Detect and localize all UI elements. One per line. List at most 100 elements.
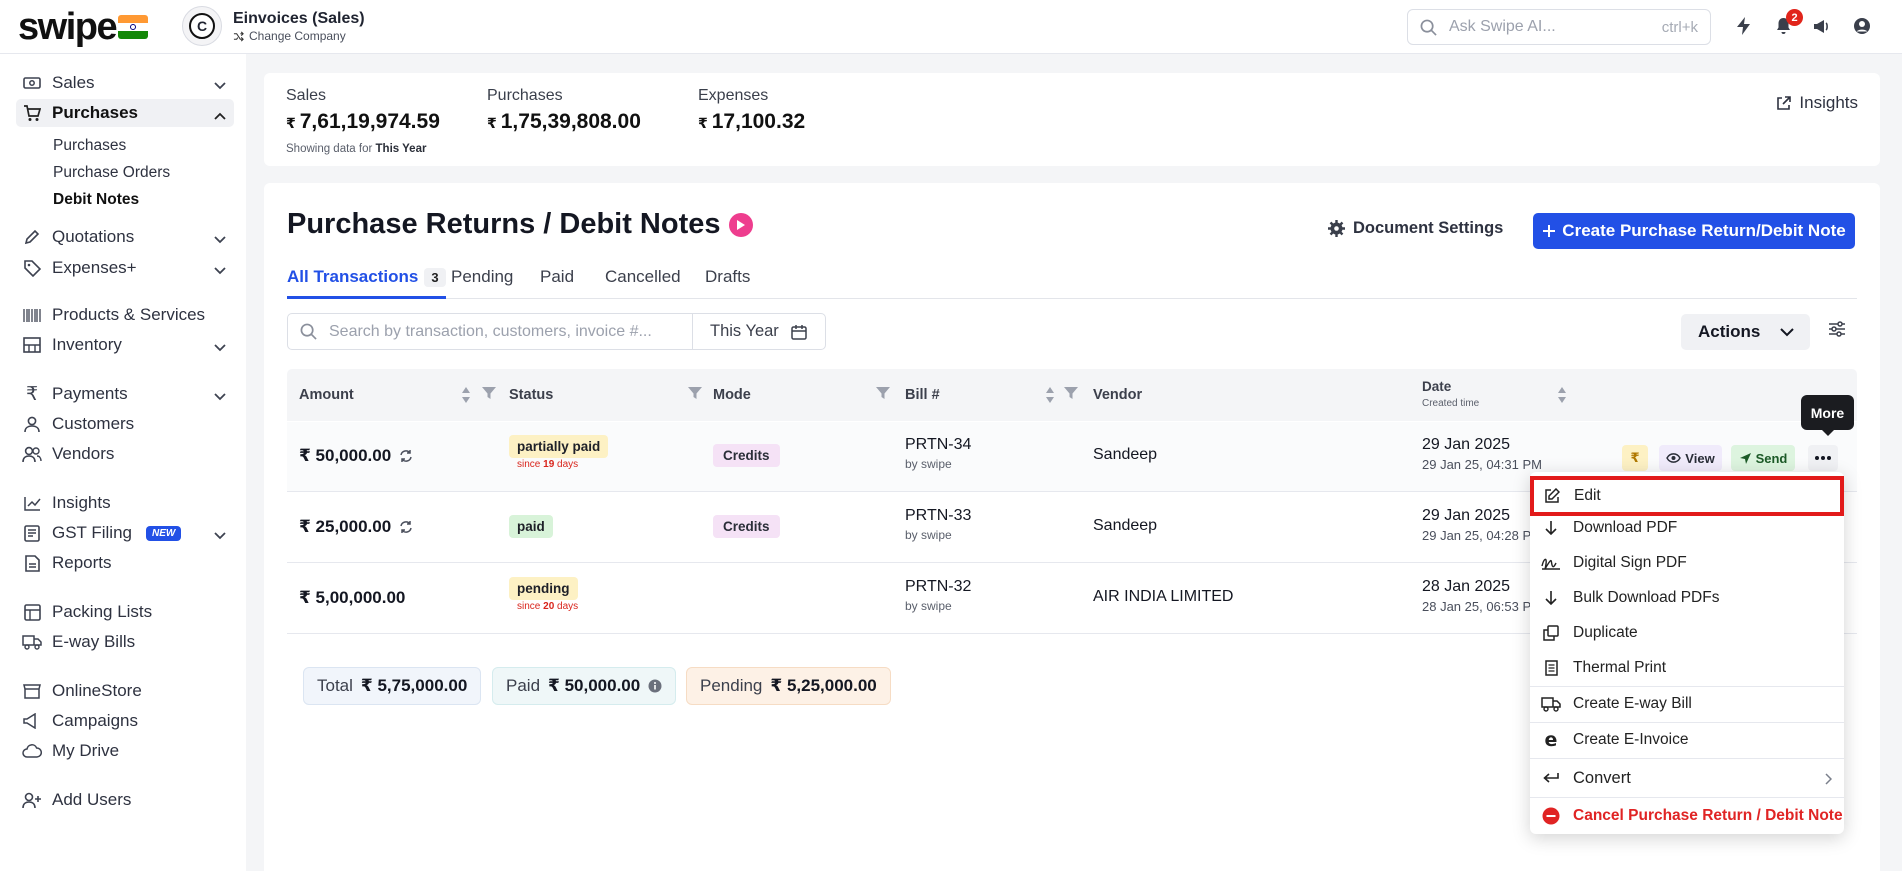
shuffle-icon: [233, 31, 244, 41]
column-status[interactable]: Status: [509, 387, 553, 403]
column-mode[interactable]: Mode: [713, 387, 751, 403]
sidebar-item-my-drive[interactable]: My Drive: [16, 737, 234, 765]
sidebar-label-purchases: Purchases: [52, 103, 138, 122]
tab-cancelled[interactable]: Cancelled: [605, 267, 681, 299]
menu-item-create-einvoice[interactable]: e Create E-Invoice: [1530, 723, 1844, 757]
tab-drafts[interactable]: Drafts: [705, 267, 750, 299]
filter-icon[interactable]: [1063, 386, 1079, 405]
menu-item-edit[interactable]: Edit: [1530, 476, 1844, 516]
ask-ai-search[interactable]: Ask Swipe AI... ctrl+k: [1407, 9, 1711, 45]
insights-link[interactable]: Insights: [1776, 93, 1858, 113]
lightning-icon[interactable]: [1733, 15, 1755, 37]
sidebar-label-quotations: Quotations: [52, 227, 135, 246]
sidebar-label-products: Products & Services: [52, 305, 206, 324]
sidebar-item-expenses[interactable]: Expenses+: [16, 254, 234, 282]
sidebar-item-onlinestore[interactable]: OnlineStore: [16, 677, 234, 705]
chevron-down-icon: [214, 525, 226, 545]
menu-item-create-eway-bill[interactable]: Create E-way Bill: [1530, 687, 1844, 721]
sidebar-item-payments[interactable]: ₹ Payments: [16, 380, 234, 408]
bill-number[interactable]: PRTN-34: [905, 436, 971, 454]
play-video-icon[interactable]: [728, 212, 753, 237]
tab-pending[interactable]: Pending: [451, 267, 513, 299]
transaction-tabs: All Transactions 3 Pending Paid Cancelled…: [287, 263, 1857, 299]
sidebar-label-drive: My Drive: [52, 741, 120, 760]
sidebar-item-customers[interactable]: Customers: [16, 410, 234, 438]
megaphone-icon[interactable]: [1811, 15, 1833, 37]
create-debit-note-button[interactable]: Create Purchase Return/Debit Note: [1533, 213, 1855, 249]
menu-item-convert[interactable]: Convert: [1530, 760, 1844, 796]
filter-icon[interactable]: [481, 386, 497, 405]
sidebar-subitem-debit-notes[interactable]: Debit Notes: [53, 191, 139, 209]
sidebar-item-add-users[interactable]: Add Users: [16, 786, 234, 814]
status-badge: paid: [509, 515, 553, 538]
sidebar-item-insights[interactable]: Insights: [16, 489, 234, 517]
sidebar-item-packing-lists[interactable]: Packing Lists: [16, 598, 234, 626]
sidebar-item-campaigns[interactable]: Campaigns: [16, 707, 234, 735]
company-name[interactable]: Einvoices (Sales): [233, 10, 365, 28]
view-button[interactable]: View: [1659, 445, 1722, 471]
sidebar-item-gst-filing[interactable]: GST Filing NEW: [16, 519, 234, 547]
sidebar-item-quotations[interactable]: Quotations: [16, 223, 234, 251]
receipt-icon: [1540, 660, 1562, 676]
row-created-time: 29 Jan 25, 04:28 PM: [1422, 528, 1542, 543]
sidebar-label-customers: Customers: [52, 414, 135, 433]
sidebar-item-inventory[interactable]: Inventory: [16, 331, 234, 359]
expenses-value: 17,100.32: [711, 110, 806, 133]
menu-item-cancel[interactable]: Cancel Purchase Return / Debit Note: [1530, 798, 1844, 834]
sidebar-item-reports[interactable]: Reports: [16, 549, 234, 577]
bill-creator: by swipe: [905, 599, 952, 613]
amount-value: ₹ 25,000.00: [299, 517, 392, 536]
return-arrow-icon: [1540, 772, 1562, 785]
view-label: View: [1685, 450, 1715, 466]
trending-icon: [22, 493, 42, 513]
menu-item-download-pdf[interactable]: Download PDF: [1530, 511, 1844, 545]
tab-all-transactions[interactable]: All Transactions 3: [287, 267, 446, 299]
sidebar-item-eway-bills[interactable]: E-way Bills: [16, 628, 234, 656]
swipe-logo[interactable]: swipe: [18, 6, 118, 49]
more-options-button[interactable]: [1808, 445, 1838, 471]
transaction-search-input[interactable]: Search by transaction, customers, invoic…: [287, 313, 693, 350]
filter-icon[interactable]: [875, 386, 891, 405]
sidebar-item-purchases[interactable]: Purchases: [16, 99, 234, 127]
record-payment-button[interactable]: ₹: [1622, 445, 1648, 471]
sidebar-item-sales[interactable]: Sales: [16, 69, 234, 97]
send-button[interactable]: Send: [1731, 445, 1795, 471]
since-prefix: since: [517, 459, 541, 470]
sort-icon[interactable]: [461, 386, 471, 409]
pending-value: ₹ 5,25,000.00: [770, 676, 877, 695]
menu-item-digital-sign[interactable]: Digital Sign PDF: [1530, 546, 1844, 580]
chevron-down-icon: [214, 229, 226, 249]
tab-paid[interactable]: Paid: [540, 267, 574, 299]
megaphone-icon: [22, 711, 42, 731]
column-date[interactable]: Date: [1422, 379, 1451, 394]
chevron-down-icon: [214, 260, 226, 280]
actions-dropdown[interactable]: Actions: [1681, 314, 1810, 350]
amount-value: ₹ 5,00,000.00: [299, 588, 406, 607]
user-profile-icon[interactable]: [1851, 15, 1873, 37]
column-amount[interactable]: Amount: [299, 387, 354, 403]
column-bill[interactable]: Bill #: [905, 387, 940, 403]
sidebar-item-products[interactable]: Products & Services: [16, 301, 234, 329]
change-company-link[interactable]: Change Company: [233, 29, 346, 43]
menu-item-thermal-print[interactable]: Thermal Print: [1530, 651, 1844, 685]
sidebar-item-vendors[interactable]: Vendors: [16, 440, 234, 468]
row-date: 29 Jan 2025: [1422, 507, 1511, 524]
column-settings-icon[interactable]: [1828, 321, 1846, 342]
company-avatar[interactable]: C: [182, 6, 222, 46]
info-icon[interactable]: [648, 679, 662, 693]
sidebar-subitem-purchases[interactable]: Purchases: [53, 137, 126, 155]
period-selector[interactable]: This Year: [692, 313, 826, 350]
bill-number[interactable]: PRTN-32: [905, 578, 971, 596]
menu-item-duplicate[interactable]: Duplicate: [1530, 616, 1844, 650]
bill-number[interactable]: PRTN-33: [905, 507, 971, 525]
column-vendor[interactable]: Vendor: [1093, 387, 1142, 403]
document-settings-button[interactable]: Document Settings: [1328, 219, 1503, 238]
sort-icon[interactable]: [1557, 386, 1567, 409]
sort-icon[interactable]: [1045, 386, 1055, 409]
user-plus-icon: [22, 790, 42, 810]
paid-label: Paid: [506, 676, 541, 695]
sidebar-subitem-purchase-orders[interactable]: Purchase Orders: [53, 164, 170, 182]
chevron-down-icon: [1780, 327, 1795, 336]
menu-item-bulk-download[interactable]: Bulk Download PDFs: [1530, 581, 1844, 615]
filter-icon[interactable]: [687, 386, 703, 405]
